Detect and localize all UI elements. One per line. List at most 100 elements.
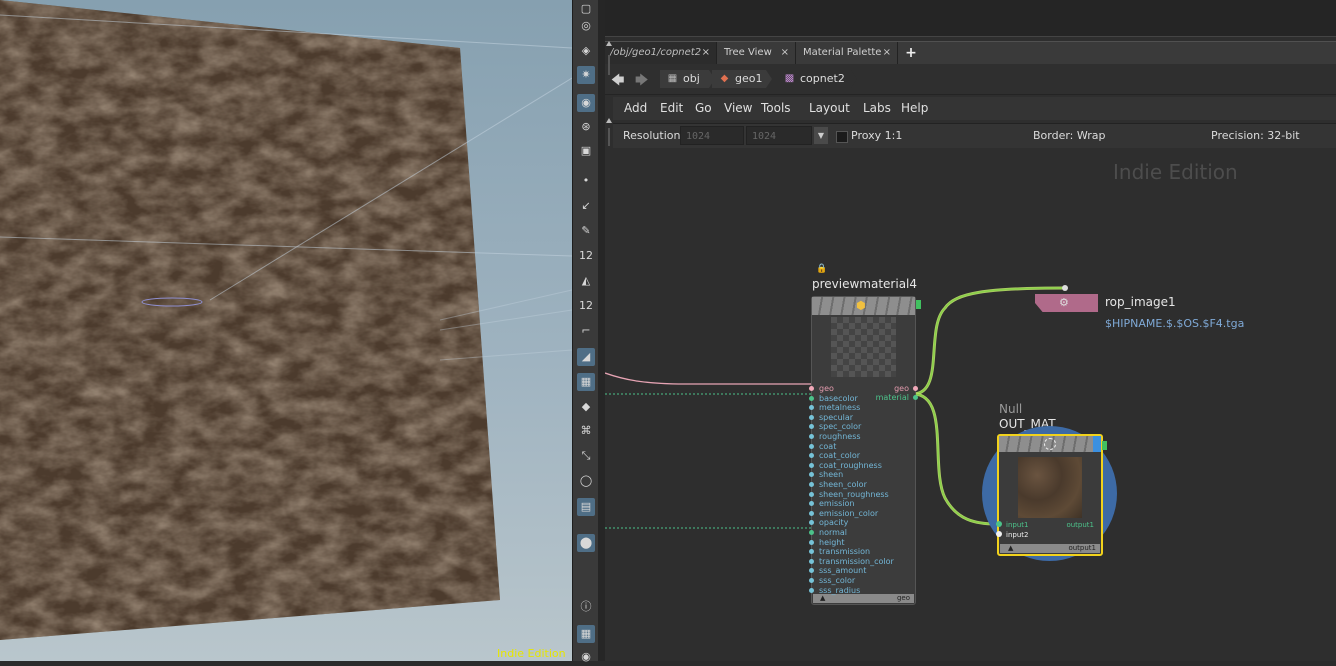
close-icon[interactable]: × bbox=[781, 42, 789, 64]
copnet-icon: ▩ bbox=[784, 73, 795, 84]
input-port-sheen[interactable]: sheen bbox=[808, 470, 843, 479]
view-tool-icon[interactable]: ◎ bbox=[577, 17, 595, 35]
menu-edit[interactable]: Edit bbox=[660, 97, 683, 120]
input-port-coat-roughness[interactable]: coat_roughness bbox=[809, 461, 882, 470]
menu-go[interactable]: Go bbox=[695, 97, 712, 120]
input-port-spec-color[interactable]: spec_color bbox=[808, 422, 861, 431]
input-port-opacity[interactable]: opacity bbox=[808, 518, 848, 527]
breadcrumb-copnet2[interactable]: ▩ copnet2 bbox=[777, 70, 857, 88]
back-arrow-icon[interactable]: 🡄 bbox=[611, 71, 624, 93]
render-tool-icon[interactable]: ▣ bbox=[577, 142, 595, 160]
null-input-dots bbox=[996, 521, 1002, 537]
tab-copnet2[interactable]: /obj/geo1/copnet2 × bbox=[605, 42, 717, 64]
close-icon[interactable]: × bbox=[883, 42, 891, 64]
node-out-mat[interactable]: input1 input2 output1 ▲ output1 bbox=[997, 434, 1103, 556]
output-geo-port[interactable]: geo bbox=[894, 384, 918, 393]
node-header[interactable] bbox=[999, 436, 1101, 452]
expand-icon[interactable]: ▲ bbox=[820, 594, 825, 603]
menu-help[interactable]: Help bbox=[901, 97, 928, 120]
menu-layout[interactable]: Layout bbox=[809, 97, 850, 120]
point-tool-icon[interactable]: • bbox=[577, 172, 595, 190]
precision-setting[interactable]: Precision: 32-bit bbox=[1211, 124, 1300, 148]
menu-labs[interactable]: Labs bbox=[863, 97, 891, 120]
grid-tool-icon[interactable]: ▦ bbox=[577, 625, 595, 643]
pane-splitter[interactable] bbox=[598, 0, 605, 661]
input-port-sss-amount[interactable]: sss_amount bbox=[808, 566, 866, 575]
breadcrumb-label: obj bbox=[683, 72, 700, 85]
border-setting[interactable]: Border: Wrap bbox=[1033, 124, 1106, 148]
input-port-sss-radius[interactable]: sss_radius bbox=[808, 586, 860, 595]
input-port-emission[interactable]: emission bbox=[808, 499, 854, 508]
scene-viewport[interactable]: Indie Edition bbox=[0, 0, 572, 661]
uv-tool-icon[interactable]: ⌘ bbox=[577, 422, 595, 440]
brush-tool-icon[interactable]: ✎ bbox=[577, 222, 595, 240]
input-port-roughness[interactable]: roughness bbox=[809, 432, 861, 441]
input-port-geo[interactable]: geo bbox=[809, 384, 834, 393]
close-icon[interactable]: × bbox=[702, 42, 710, 64]
input-port-transmission-color[interactable]: transmission_color bbox=[809, 557, 894, 566]
menu-tools[interactable]: Tools bbox=[761, 97, 791, 120]
eye-tool-icon[interactable]: ◉ bbox=[577, 648, 595, 666]
output1-port[interactable]: output1 bbox=[1066, 521, 1094, 529]
tab-tree-view[interactable]: Tree View × bbox=[719, 42, 796, 64]
lock-icon[interactable]: 🔒 bbox=[816, 264, 827, 274]
input-port-metalness[interactable]: metalness bbox=[808, 403, 860, 412]
camera-tool-icon[interactable]: ◉ bbox=[577, 94, 595, 112]
node-previewmaterial4[interactable]: ⬢ geo material ▲ geo geo basecolor metalne… bbox=[808, 296, 919, 605]
add-tab-icon[interactable]: + bbox=[904, 42, 918, 64]
resolution-y-field[interactable]: 1024 bbox=[746, 126, 812, 145]
paint-tool-icon[interactable]: ◭ bbox=[577, 272, 595, 290]
tab-material-palette[interactable]: Material Palette × bbox=[798, 42, 898, 64]
node-network-editor[interactable]: Indie Edition 🔒 previewmaterial4 ⬢ geo m… bbox=[605, 148, 1336, 661]
input-port-basecolor[interactable]: basecolor bbox=[809, 394, 858, 403]
input-port-normal[interactable]: normal bbox=[808, 528, 847, 537]
circle-tool-icon[interactable]: ◯ bbox=[577, 472, 595, 490]
input-port-sheen-roughness[interactable]: sheen_roughness bbox=[809, 490, 889, 499]
input-port-sheen-color[interactable]: sheen_color bbox=[809, 480, 867, 489]
info-tool-icon[interactable]: ⓘ bbox=[577, 598, 595, 616]
number-tool-icon[interactable]: 12 bbox=[577, 247, 595, 265]
checker-tool-icon[interactable]: ▦ bbox=[577, 373, 595, 391]
node-footer[interactable]: ▲ geo bbox=[813, 594, 914, 603]
menu-view[interactable]: View bbox=[724, 97, 752, 120]
proxy-checkbox[interactable] bbox=[836, 131, 848, 143]
handle-tool-icon[interactable]: ◈ bbox=[577, 42, 595, 60]
image-tool-icon[interactable]: ▤ bbox=[577, 498, 595, 516]
input-port-height[interactable]: height bbox=[809, 538, 845, 547]
pin-tool-icon[interactable]: ⤡ bbox=[577, 447, 595, 465]
display-flag[interactable] bbox=[916, 300, 921, 309]
select-tool-icon[interactable]: ▢ bbox=[577, 0, 595, 18]
light-tool-icon[interactable]: ✷ bbox=[577, 66, 595, 84]
output-material-port[interactable]: material bbox=[876, 393, 919, 402]
resolution-dropdown-icon[interactable]: ▼ bbox=[814, 127, 828, 144]
corner-tool-icon[interactable]: ⌐ bbox=[577, 322, 595, 340]
input-port-transmission[interactable]: transmission bbox=[808, 547, 870, 556]
breadcrumb-obj[interactable]: ▦ obj bbox=[660, 70, 715, 88]
expand-icon[interactable]: ▲ bbox=[1008, 544, 1013, 553]
input-port-sss-color[interactable]: sss_color bbox=[808, 576, 855, 585]
input1-port[interactable]: input1 bbox=[1006, 521, 1028, 529]
display-flag-blue[interactable] bbox=[1093, 436, 1101, 452]
resolution-x-field[interactable]: 1024 bbox=[680, 126, 744, 145]
breadcrumb-geo1[interactable]: ◆ geo1 bbox=[712, 70, 772, 88]
input-port-emission-color[interactable]: emission_color bbox=[808, 509, 878, 518]
display-flag[interactable] bbox=[1102, 441, 1107, 450]
plane-tool-icon[interactable]: ◢ bbox=[577, 348, 595, 366]
layer-tool-icon[interactable]: ◆ bbox=[577, 398, 595, 416]
input-port-coat[interactable]: coat bbox=[808, 442, 836, 451]
node-header[interactable]: ⬢ bbox=[812, 297, 915, 315]
input-port-coat-color[interactable]: coat_color bbox=[808, 451, 860, 460]
forward-arrow-icon[interactable]: 🡆 bbox=[635, 71, 648, 93]
edge-tool-icon[interactable]: ↙ bbox=[577, 197, 595, 215]
breadcrumb-label: geo1 bbox=[735, 72, 763, 85]
input-port-specular[interactable]: specular bbox=[808, 413, 853, 422]
node-name-previewmaterial: previewmaterial4 bbox=[812, 277, 918, 291]
node-footer[interactable]: ▲ output1 bbox=[1000, 544, 1100, 553]
footer-label: geo bbox=[896, 594, 910, 602]
number2-tool-icon[interactable]: 12 bbox=[577, 297, 595, 315]
menu-add[interactable]: Add bbox=[624, 97, 647, 120]
input2-port[interactable]: input2 bbox=[1006, 531, 1028, 539]
marker-tool-icon[interactable]: ⬤ bbox=[577, 534, 595, 552]
orbit-tool-icon[interactable]: ⊛ bbox=[577, 118, 595, 136]
node-rop-image1[interactable]: ⚙ bbox=[1035, 294, 1098, 312]
